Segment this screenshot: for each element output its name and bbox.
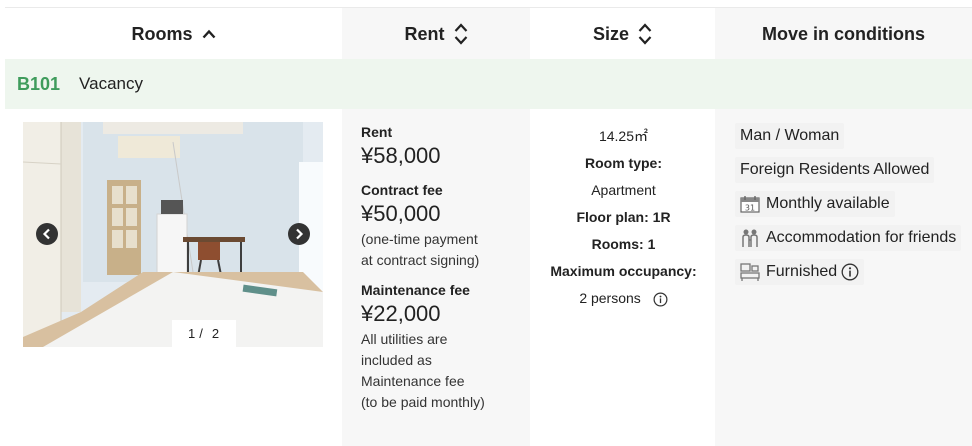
condition-tag: 31 Monthly available	[735, 191, 895, 217]
condition-tag: Foreign Residents Allowed	[735, 157, 935, 183]
room-number[interactable]: B101	[17, 74, 60, 95]
info-icon[interactable]	[841, 263, 859, 281]
calendar-icon: 31	[740, 195, 760, 213]
condition-tag: Furnished	[735, 259, 865, 285]
sort-ascending-icon[interactable]	[202, 29, 216, 39]
header-rooms-label: Rooms	[131, 23, 193, 44]
rent-value: ¥58,000	[361, 143, 441, 168]
room-area: 14.25㎡	[598, 128, 649, 144]
maintenance-note-4: (to be paid monthly)	[361, 394, 485, 410]
pager-current: 1	[187, 326, 197, 341]
header-rent[interactable]: Rent	[342, 8, 530, 60]
max-occupancy-value: 2 persons	[579, 290, 641, 306]
people-icon	[740, 228, 760, 248]
svg-text:31: 31	[745, 204, 755, 213]
header-conditions: Move in conditions	[715, 8, 972, 60]
chevron-left-icon	[42, 228, 50, 240]
condition-label: Foreign Residents Allowed	[740, 161, 930, 178]
contract-fee-value: ¥50,000	[361, 201, 441, 226]
maintenance-fee-value: ¥22,000	[361, 301, 441, 326]
header-size-label: Size	[592, 23, 630, 44]
contract-fee-note-1: (one-time payment	[361, 231, 478, 247]
rent-details: Rent ¥58,000 Contract fee ¥50,000 (one-t…	[361, 123, 531, 413]
condition-tag: Man / Woman	[735, 123, 845, 149]
pager-total: 2	[211, 326, 221, 341]
floor-plan: Floor plan: 1R	[576, 209, 671, 225]
header-size[interactable]: Size	[530, 8, 715, 60]
furniture-icon	[740, 262, 760, 282]
table-header: Rooms Rent Size Move in conditions	[5, 7, 972, 60]
contract-fee-label: Contract fee	[361, 182, 443, 198]
header-rooms[interactable]: Rooms	[5, 8, 342, 60]
maintenance-fee-label: Maintenance fee	[361, 282, 470, 298]
vacancy-status: Vacancy	[79, 74, 143, 93]
chevron-right-icon	[296, 228, 304, 240]
header-conditions-label: Move in conditions	[761, 23, 925, 44]
room-photo	[23, 122, 323, 347]
maintenance-note-2: included as	[361, 352, 432, 368]
maintenance-note-1: All utilities are	[361, 331, 448, 347]
contract-fee-note-2: at contract signing)	[361, 252, 480, 268]
room-type-label: Room type:	[585, 155, 662, 171]
condition-label: Monthly available	[766, 195, 890, 212]
rent-label: Rent	[361, 124, 393, 140]
maintenance-note-3: Maintenance fee	[361, 373, 465, 389]
condition-label: Accommodation for friends	[766, 229, 957, 246]
header-rent-label: Rent	[404, 23, 445, 44]
max-occupancy-row: 2 persons	[531, 285, 716, 312]
photo-pager: 1/ 2	[172, 320, 236, 347]
condition-label: Furnished	[766, 263, 838, 280]
vacancy-row: B101 Vacancy	[5, 59, 972, 109]
room-photo-carousel[interactable]: 1/ 2	[23, 122, 323, 347]
pager-separator: /	[199, 326, 204, 341]
room-table: Rooms Rent Size Move in conditions B101 …	[5, 7, 972, 446]
info-icon[interactable]	[653, 292, 668, 307]
prev-photo-button[interactable]	[36, 223, 58, 245]
room-type-value: Apartment	[591, 182, 656, 198]
max-occupancy-label: Maximum occupancy:	[550, 263, 697, 279]
size-details: 14.25㎡ Room type: Apartment Floor plan: …	[531, 123, 716, 312]
sort-both-icon[interactable]	[454, 23, 468, 45]
room-count: Rooms: 1	[591, 236, 656, 252]
condition-tag: Accommodation for friends	[735, 225, 962, 251]
next-photo-button[interactable]	[288, 223, 310, 245]
sort-both-icon[interactable]	[638, 23, 652, 45]
condition-label: Man / Woman	[740, 127, 840, 144]
